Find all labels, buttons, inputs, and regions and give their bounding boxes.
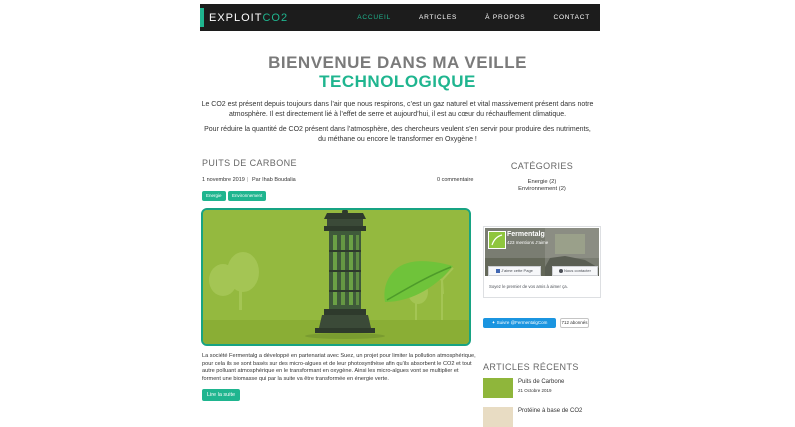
category-environnement[interactable]: Environnement (2): [483, 186, 601, 192]
facebook-contact-label: Nous contacter: [564, 268, 591, 273]
brand-prefix: EXPLOIT: [209, 11, 263, 24]
twitter-follow-label: Suivre @FermentalgCom: [496, 320, 548, 325]
main-nav: ACCUEIL ARTICLES À PROPOS CONTACT: [329, 4, 590, 31]
twitter-follower-count: 712 abonnés: [560, 318, 589, 328]
brand-accent: CO2: [262, 11, 289, 24]
facebook-cover: Fermentalg 423 mentions J’aime J’aime ce…: [485, 228, 599, 276]
facebook-page-widget[interactable]: Fermentalg 423 mentions J’aime J’aime ce…: [483, 226, 601, 298]
facebook-like-label: J’aime cette Page: [501, 268, 533, 273]
category-energie[interactable]: Energie (2): [483, 179, 601, 185]
header: EXPLOITCO2 ACCUEIL ARTICLES À PROPOS CON…: [0, 0, 795, 36]
post-excerpt: La société Fermentalg a développé en par…: [202, 353, 476, 382]
facebook-friends-note: Soyez le premier de vos amis à aimer ça.: [489, 284, 568, 289]
post-comments[interactable]: 0 commentaire: [437, 177, 473, 183]
intro-paragraph-1: Le CO2 est présent depuis toujours dans …: [201, 101, 594, 118]
recent-article-title-2[interactable]: Protéine à base de CO2: [518, 408, 582, 414]
recent-article-date-1: 21 Octobre 2019: [518, 388, 552, 393]
brand-bar-decoration: [200, 8, 204, 27]
brand-text: EXPLOITCO2: [209, 12, 288, 24]
recent-articles-title: ARTICLES RÉCENTS: [483, 362, 579, 372]
facebook-likes-count: 423 mentions J’aime: [507, 240, 549, 245]
facebook-contact-button[interactable]: Nous contacter: [552, 266, 598, 276]
categories-title: CATÉGORIES: [510, 161, 574, 171]
hero-title-line1: BIENVENUE DANS MA VEILLE: [268, 53, 527, 72]
post-title[interactable]: PUITS DE CARBONE: [202, 158, 297, 168]
post-image[interactable]: [201, 208, 471, 346]
tag-environnement[interactable]: Environnement: [228, 191, 267, 201]
recent-article-thumb-2[interactable]: [483, 407, 513, 427]
hero-title-line2: TECHNOLOGIQUE: [319, 72, 476, 91]
intro-paragraph-2: Pour réduire la quantité de CO2 présent …: [204, 126, 591, 143]
messenger-icon: [559, 268, 564, 273]
tag-energie[interactable]: Energie: [202, 191, 226, 201]
post-illustration: [203, 210, 469, 344]
fermentalg-logo-icon: [491, 234, 503, 246]
navbar: EXPLOITCO2 ACCUEIL ARTICLES À PROPOS CON…: [200, 4, 600, 31]
nav-contact[interactable]: CONTACT: [553, 14, 590, 21]
meta-separator: |: [247, 177, 249, 183]
post-date: 1 novembre 2019: [202, 177, 245, 183]
nav-accueil[interactable]: ACCUEIL: [357, 14, 391, 21]
post-author: Par Ihab Boudalia: [252, 177, 296, 183]
facebook-page-name[interactable]: Fermentalg: [507, 231, 545, 238]
facebook-like-icon: [496, 268, 501, 273]
nav-articles[interactable]: ARTICLES: [419, 14, 457, 21]
nav-a-propos[interactable]: À PROPOS: [485, 14, 525, 21]
facebook-avatar[interactable]: [488, 231, 506, 249]
brand-logo[interactable]: EXPLOITCO2: [200, 4, 288, 31]
facebook-like-button[interactable]: J’aime cette Page: [488, 266, 541, 276]
twitter-follow-button[interactable]: ✦ Suivre @FermentalgCom: [483, 318, 556, 328]
read-more-button[interactable]: Lire la suite: [202, 389, 240, 401]
recent-article-thumb-1[interactable]: [483, 378, 513, 398]
recent-article-title-1[interactable]: Puits de Carbone: [518, 379, 564, 385]
